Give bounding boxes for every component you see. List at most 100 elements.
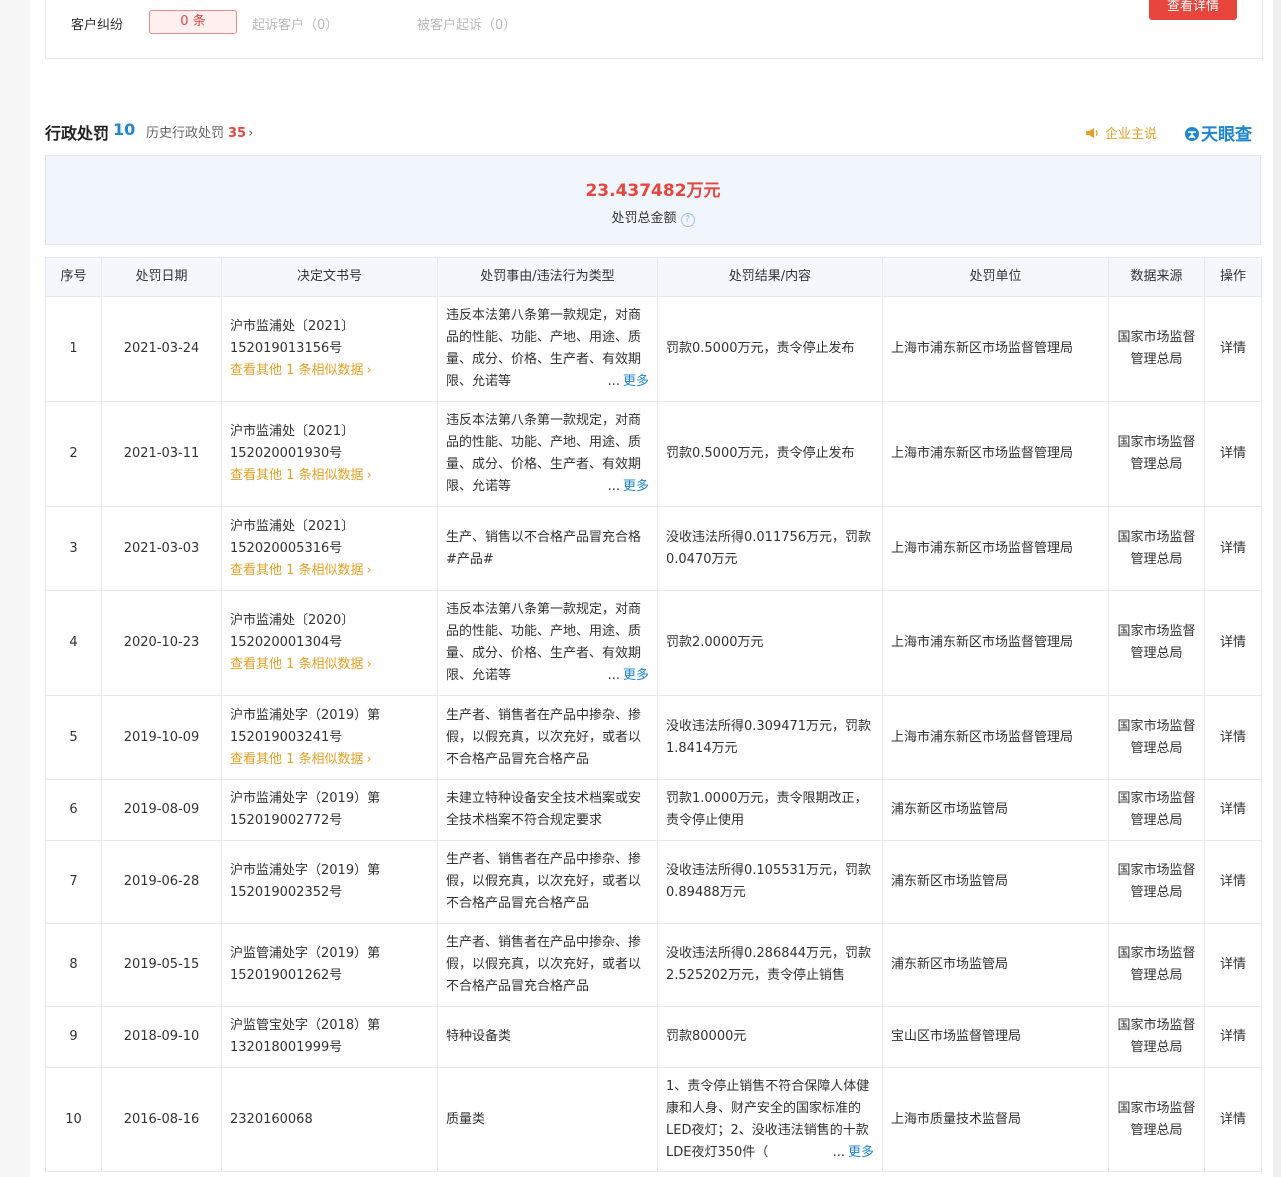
chevron-right-icon: › xyxy=(366,468,372,483)
sued-by-customer-link[interactable]: 被客户起诉（0） xyxy=(417,14,516,33)
row-result: 罚款1.0000万元，责令限期改正，责令停止使用 xyxy=(657,779,883,841)
row-result: 罚款0.5000万元，责令停止发布 xyxy=(657,401,883,507)
row-result: 没收违法所得0.309471万元，罚款1.8414万元 xyxy=(657,695,883,780)
row-reason: 生产者、销售者在产品中掺杂、掺假，以假充真，以次充好，或者以不合格产品冒充合格产… xyxy=(437,923,658,1007)
detail-link[interactable]: 详情 xyxy=(1204,1006,1262,1068)
row-result: 没收违法所得0.286844万元，罚款2.525202万元，责令停止销售 xyxy=(657,923,883,1007)
row-no: 9 xyxy=(45,1006,102,1068)
row-no: 3 xyxy=(45,506,102,591)
history-penalty-link[interactable]: 历史行政处罚 35 › xyxy=(146,122,253,141)
similar-data-link[interactable]: 查看其他 1 条相似数据 › xyxy=(230,560,429,582)
row-reason: 生产者、销售者在产品中掺杂、掺假，以假充真，以次充好，或者以不合格产品冒充合格产… xyxy=(437,840,658,924)
table-row: 6 2019-08-09 沪市监浦处字（2019）第152019002772号 … xyxy=(45,779,1262,841)
row-no: 5 xyxy=(45,695,102,780)
row-doc: 沪市监浦处字（2019）第152019002352号 xyxy=(221,840,438,924)
header-unit: 处罚单位 xyxy=(882,257,1109,297)
row-source: 国家市场监督管理总局 xyxy=(1108,296,1205,402)
row-unit: 浦东新区市场监管局 xyxy=(882,923,1109,1007)
total-penalty-amount: 23.437482万元 xyxy=(585,181,721,201)
enterprise-say-link[interactable]: 企业主说 xyxy=(1085,123,1157,142)
detail-link[interactable]: 详情 xyxy=(1204,506,1262,591)
row-no: 7 xyxy=(45,840,102,924)
row-doc-cell: 沪市监浦处〔2021〕152020001930号查看其他 1 条相似数据 › xyxy=(221,401,438,507)
header-reason: 处罚事由/违法行为类型 xyxy=(437,257,658,297)
row-doc: 沪市监浦处〔2021〕152020001930号 xyxy=(230,424,355,461)
detail-link[interactable]: 详情 xyxy=(1204,923,1262,1007)
customer-dispute-label: 客户纠纷 xyxy=(71,18,124,33)
similar-data-link[interactable]: 查看其他 1 条相似数据 › xyxy=(230,654,429,676)
tianyancha-logo-icon xyxy=(1185,127,1199,141)
row-doc: 沪市监浦处字（2019）第152019003241号 xyxy=(230,707,381,745)
history-count: 35 xyxy=(228,126,247,141)
detail-link[interactable]: 详情 xyxy=(1204,296,1262,402)
row-doc: 沪市监浦处〔2020〕152020001304号 xyxy=(230,613,355,650)
row-date: 2021-03-03 xyxy=(101,506,222,591)
detail-link[interactable]: 详情 xyxy=(1204,779,1262,841)
similar-data-link[interactable]: 查看其他 1 条相似数据 › xyxy=(230,360,429,382)
detail-link[interactable]: 详情 xyxy=(1204,1067,1262,1172)
row-reason-cell: 违反本法第八条第一款规定，对商品的性能、功能、产地、用途、质量、成分、价格、生产… xyxy=(437,296,658,402)
row-doc-cell: 沪市监浦处〔2021〕152020005316号查看其他 1 条相似数据 › xyxy=(221,506,438,591)
view-details-button[interactable]: 查看详情 xyxy=(1149,0,1237,20)
row-result-cell: 1、责令停止销售不符合保障人体健康和人身、财产安全的国家标准的LED夜灯；2、没… xyxy=(657,1067,883,1172)
speaker-icon xyxy=(1086,128,1098,138)
brand-logo: 天眼查 xyxy=(1184,120,1252,145)
customer-dispute-card: 客户纠纷 0 条 起诉客户（0） 被客户起诉（0） 查看详情 xyxy=(45,0,1263,59)
row-result: 罚款0.5000万元，责令停止发布 xyxy=(657,296,883,402)
row-source: 国家市场监督管理总局 xyxy=(1108,923,1205,1007)
row-date: 2019-05-15 xyxy=(101,923,222,1007)
row-source: 国家市场监督管理总局 xyxy=(1108,1067,1205,1172)
row-no: 4 xyxy=(45,590,102,696)
table-row: 4 2020-10-23 沪市监浦处〔2020〕152020001304号查看其… xyxy=(45,590,1262,696)
similar-data-link[interactable]: 查看其他 1 条相似数据 › xyxy=(230,465,429,487)
sued-customer-link[interactable]: 起诉客户（0） xyxy=(252,14,338,33)
row-result: 没收违法所得0.011756万元，罚款0.0470万元 xyxy=(657,506,883,591)
row-date: 2020-10-23 xyxy=(101,590,222,696)
chevron-right-icon: › xyxy=(366,657,372,672)
detail-link[interactable]: 详情 xyxy=(1204,840,1262,924)
ellipsis: ... xyxy=(832,1144,845,1160)
detail-link[interactable]: 详情 xyxy=(1204,590,1262,696)
total-penalty-label: 处罚总金额 xyxy=(611,211,677,226)
row-result: 罚款80000元 xyxy=(657,1006,883,1068)
more-link[interactable]: 更多 xyxy=(623,374,649,389)
row-date: 2021-03-24 xyxy=(101,296,222,402)
scrollbar[interactable] xyxy=(1272,0,1281,1177)
ellipsis: ... xyxy=(607,668,620,683)
row-unit: 上海市质量技术监督局 xyxy=(882,1067,1109,1172)
row-doc-cell: 沪市监浦处〔2021〕152019013156号 查看其他 1 条相似数据 › xyxy=(221,296,438,402)
similar-data-link[interactable]: 查看其他 1 条相似数据 › xyxy=(230,749,429,771)
similar-label: 查看其他 1 条相似数据 xyxy=(230,657,364,672)
row-doc: 沪市监浦处〔2021〕152020005316号 xyxy=(230,518,355,556)
row-unit: 上海市浦东新区市场监督管理局 xyxy=(882,590,1109,696)
more-link[interactable]: 更多 xyxy=(623,479,649,494)
row-doc: 2320160068 xyxy=(221,1067,438,1172)
row-doc: 沪监管宝处字（2018）第132018001999号 xyxy=(221,1006,438,1068)
row-reason: 生产者、销售者在产品中掺杂、掺假，以假充真，以次充好，或者以不合格产品冒充合格产… xyxy=(437,695,658,780)
more-link[interactable]: 更多 xyxy=(623,668,649,683)
table-row: 9 2018-09-10 沪监管宝处字（2018）第132018001999号 … xyxy=(45,1006,1262,1068)
detail-link[interactable]: 详情 xyxy=(1204,695,1262,780)
chevron-right-icon: › xyxy=(366,363,372,378)
row-source: 国家市场监督管理总局 xyxy=(1108,840,1205,924)
row-date: 2021-03-11 xyxy=(101,401,222,507)
row-source: 国家市场监督管理总局 xyxy=(1108,590,1205,696)
detail-link[interactable]: 详情 xyxy=(1204,401,1262,507)
main-content: 客户纠纷 0 条 起诉客户（0） 被客户起诉（0） 查看详情 行政处罚 10 历… xyxy=(30,0,1273,1177)
more-link[interactable]: 更多 xyxy=(848,1145,874,1160)
header-no: 序号 xyxy=(45,257,102,297)
row-no: 2 xyxy=(45,401,102,507)
row-reason: 未建立特种设备安全技术档案或安全技术档案不符合规定要求 xyxy=(437,779,658,841)
header-result: 处罚结果/内容 xyxy=(657,257,883,297)
dispute-count-badge[interactable]: 0 条 xyxy=(149,10,237,34)
help-icon[interactable]: ? xyxy=(680,213,695,227)
chevron-right-icon: › xyxy=(366,562,372,578)
table-row: 8 2019-05-15 沪监管浦处字（2019）第152019001262号 … xyxy=(45,923,1262,1007)
header-action: 操作 xyxy=(1204,257,1262,297)
row-no: 6 xyxy=(45,779,102,841)
row-no: 1 xyxy=(45,296,102,402)
row-unit: 宝山区市场监督管理局 xyxy=(882,1006,1109,1068)
row-no: 10 xyxy=(45,1067,102,1172)
row-no: 8 xyxy=(45,923,102,1007)
section-title: 行政处罚 xyxy=(45,124,110,143)
